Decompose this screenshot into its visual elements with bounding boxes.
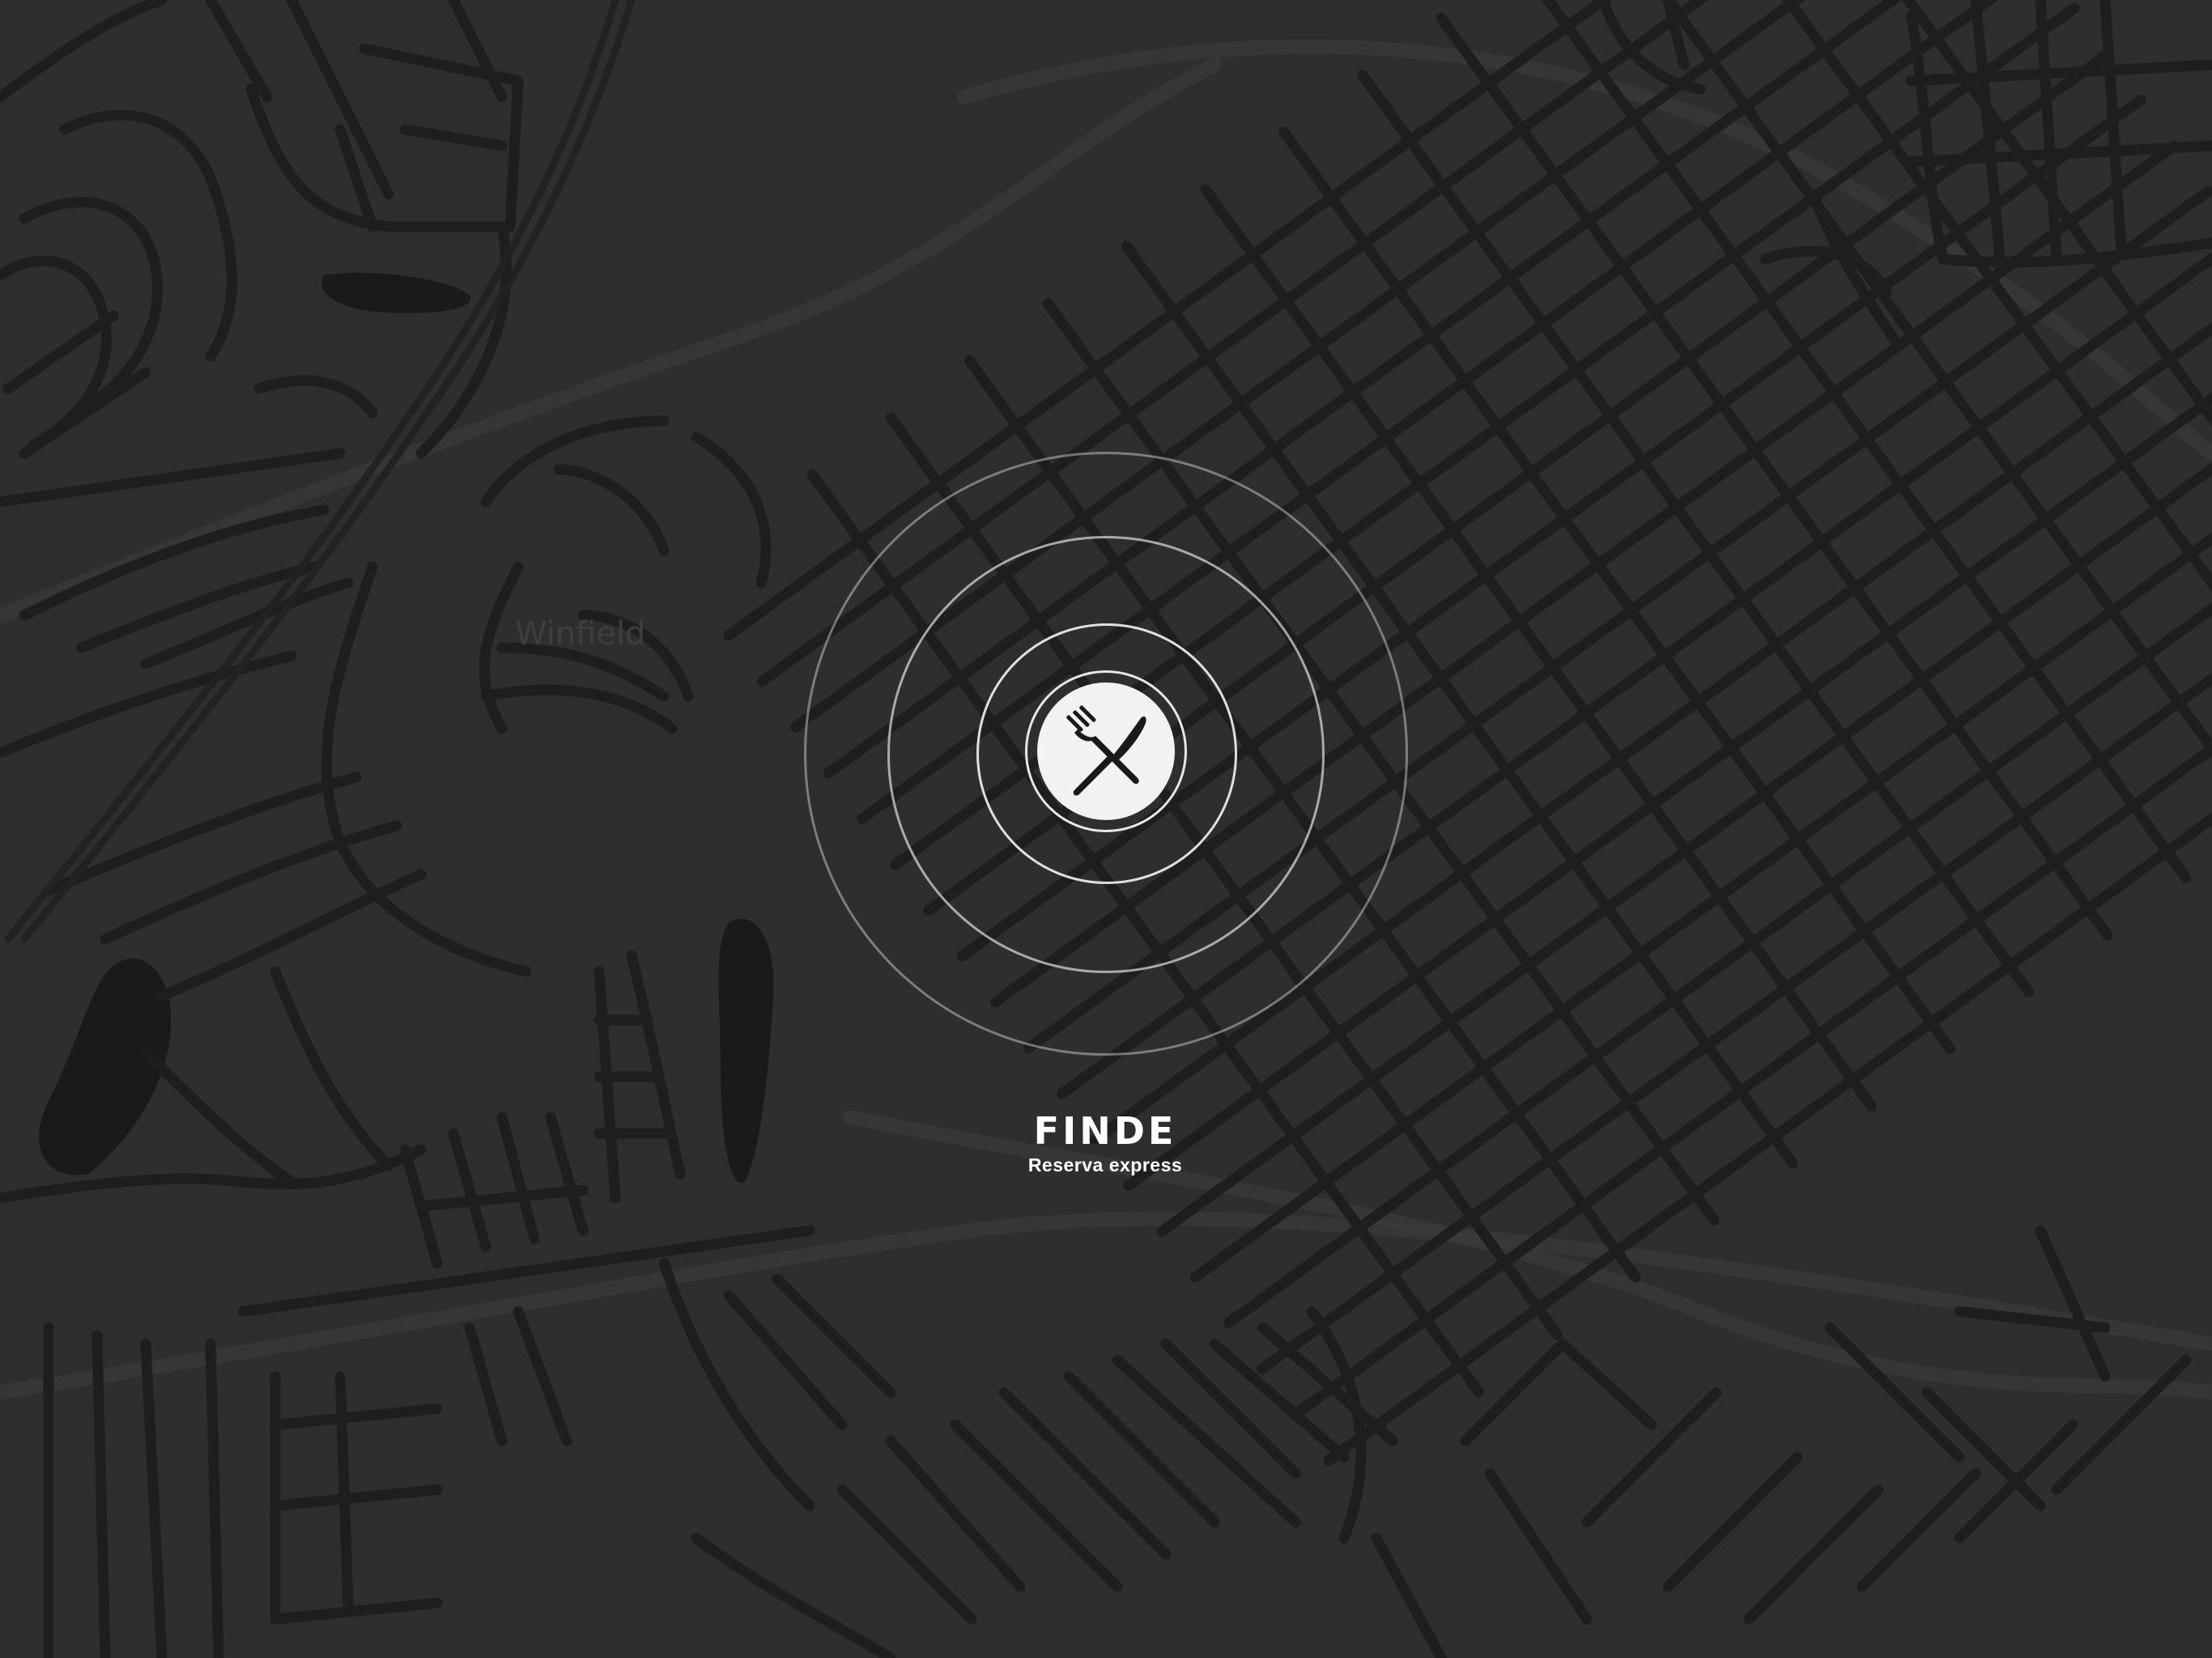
brand-logo <box>1025 670 1187 832</box>
logo-disc <box>1037 682 1175 820</box>
brand-block: FINDE Reserva express <box>1004 1109 1206 1177</box>
fork-knife-icon <box>1066 705 1146 796</box>
brand-tagline: Reserva express <box>1027 1154 1183 1175</box>
map-place-label: Winfield <box>515 615 646 653</box>
brand-name: FINDE <box>1033 1109 1177 1153</box>
